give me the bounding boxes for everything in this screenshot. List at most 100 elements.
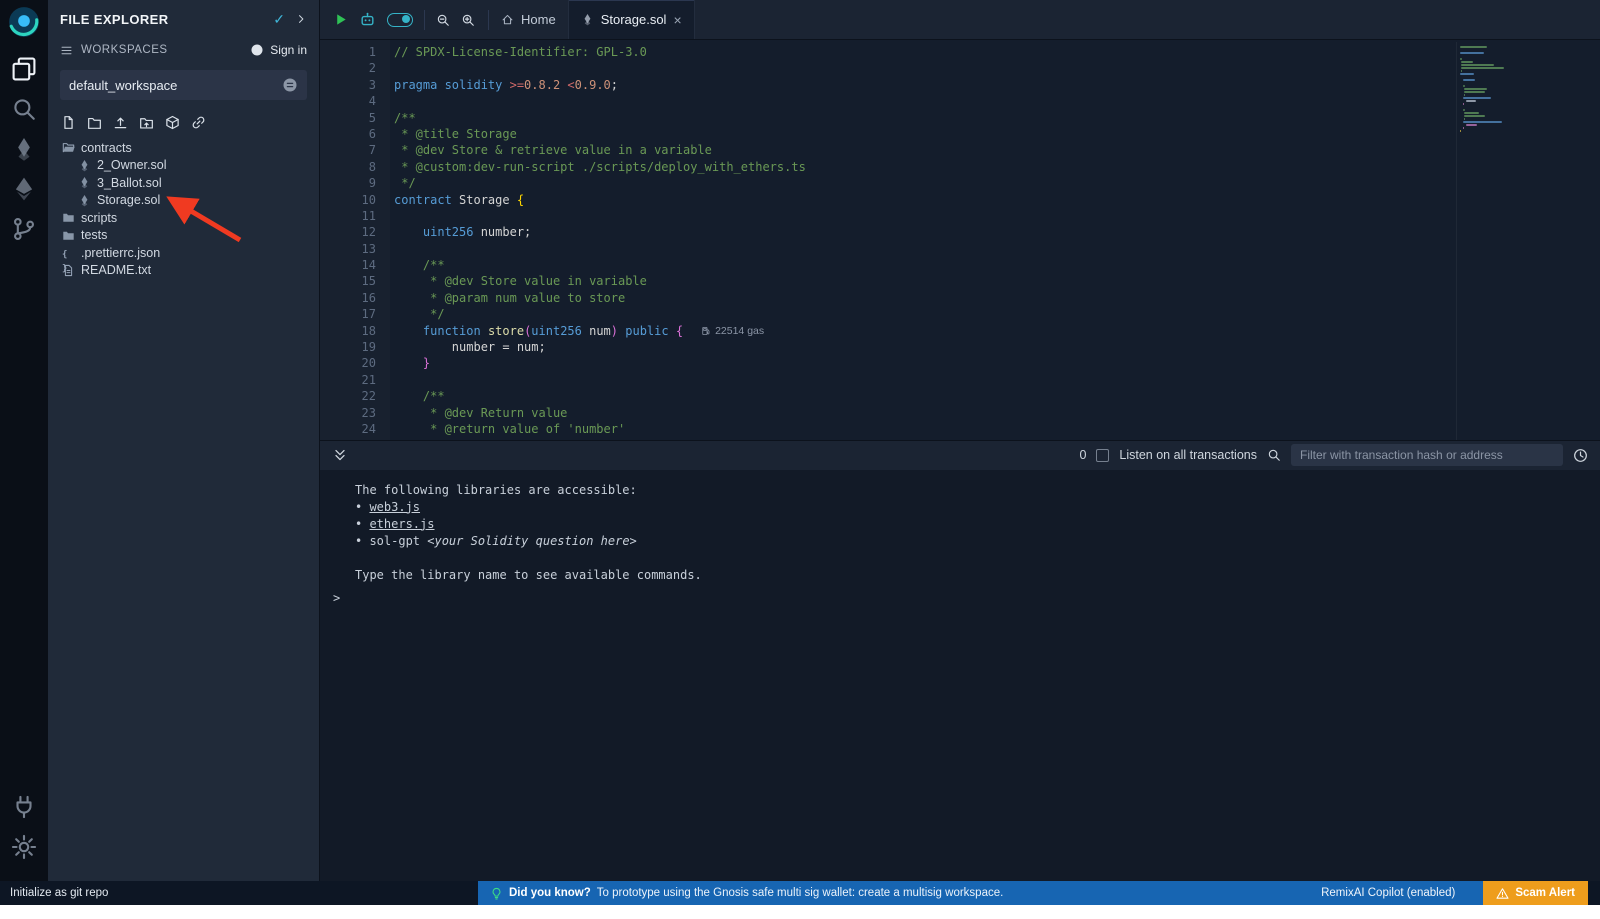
code-line-9[interactable]: */ <box>394 175 1600 191</box>
close-tab-icon[interactable]: × <box>673 13 681 27</box>
code-token: * @return value of 'number' <box>423 421 625 437</box>
chevron-right-icon[interactable] <box>295 13 307 25</box>
line-number: 14 <box>320 257 376 273</box>
listen-checkbox[interactable] <box>1096 449 1109 462</box>
minimap-line <box>1464 91 1485 93</box>
terminal[interactable]: The following libraries are accessible:•… <box>320 470 1600 882</box>
file-tree: contracts2_Owner.sol3_Ballot.solStorage.… <box>48 137 319 279</box>
expand-terminal-icon[interactable] <box>332 447 348 463</box>
upload-file-icon[interactable] <box>113 115 128 130</box>
code-line-10[interactable]: contract Storage { <box>394 192 1600 208</box>
tree-item-README.txt[interactable]: README.txt <box>48 262 319 280</box>
rail-file-explorer-icon[interactable] <box>11 56 37 82</box>
tree-item-tests[interactable]: tests <box>48 227 319 245</box>
tree-item-2_Owner.sol[interactable]: 2_Owner.sol <box>48 157 319 175</box>
code-line-7[interactable]: * @dev Store & retrieve value in a varia… <box>394 142 1600 158</box>
line-number: 2 <box>320 60 376 76</box>
upload-folder-icon[interactable] <box>139 115 154 130</box>
code-line-16[interactable]: * @param num value to store <box>394 290 1600 306</box>
gas-estimate-badge[interactable]: 22514 gas <box>701 325 764 337</box>
line-number: 3 <box>320 77 376 93</box>
code-line-22[interactable]: /** <box>394 388 1600 404</box>
tab-Home[interactable]: Home <box>489 0 569 39</box>
rail-settings-icon[interactable] <box>11 834 37 860</box>
code-token: < <box>567 77 574 93</box>
code-line-19[interactable]: number = num; <box>394 339 1600 355</box>
tree-item-scripts[interactable]: scripts <box>48 209 319 227</box>
rail-git-icon[interactable] <box>11 216 37 242</box>
icon-rail <box>0 0 48 881</box>
check-icon[interactable]: ✓ <box>273 11 285 28</box>
minimap-line <box>1463 85 1465 87</box>
workspaces-label: WORKSPACES <box>81 44 168 56</box>
tree-item-Storage.sol[interactable]: Storage.sol <box>48 192 319 210</box>
code-token: function <box>423 323 488 339</box>
code-line-11[interactable] <box>394 208 1600 224</box>
search-icon[interactable] <box>1267 448 1281 462</box>
listen-label[interactable]: Listen on all transactions <box>1119 448 1257 462</box>
code-token: uint256 <box>531 323 582 339</box>
code-token: */ <box>423 437 445 439</box>
filter-input[interactable] <box>1291 444 1563 466</box>
line-number: 22 <box>320 388 376 404</box>
code-line-2[interactable] <box>394 60 1600 76</box>
history-icon[interactable] <box>1573 448 1588 463</box>
line-number: 7 <box>320 142 376 158</box>
minimap-line <box>1466 124 1477 126</box>
publish-box-icon[interactable] <box>165 115 180 130</box>
code-line-24[interactable]: * @return value of 'number' <box>394 421 1600 437</box>
code-line-13[interactable] <box>394 241 1600 257</box>
code-line-6[interactable]: * @title Storage <box>394 126 1600 142</box>
new-file-icon[interactable] <box>61 115 76 130</box>
code-line-12[interactable]: uint256 number; <box>394 224 1600 240</box>
hamburger-icon[interactable] <box>60 44 73 57</box>
sign-in-label: Sign in <box>270 43 307 57</box>
tab-Storage.sol[interactable]: Storage.sol× <box>569 0 695 39</box>
remix-logo-icon[interactable] <box>7 5 41 39</box>
code-line-21[interactable] <box>394 372 1600 388</box>
git-init-button[interactable]: Initialize as git repo <box>0 881 478 905</box>
terminal-link[interactable]: ethers.js <box>369 517 434 531</box>
scam-alert-button[interactable]: Scam Alert <box>1483 881 1588 905</box>
code-token <box>394 405 423 421</box>
zoom-out-icon[interactable] <box>436 13 450 27</box>
code-line-5[interactable]: /** <box>394 110 1600 126</box>
copilot-status[interactable]: RemixAI Copilot (enabled) <box>1321 887 1471 899</box>
rail-search-icon[interactable] <box>11 96 37 122</box>
code-line-8[interactable]: * @custom:dev-run-script ./scripts/deplo… <box>394 159 1600 175</box>
code-line-17[interactable]: */ <box>394 306 1600 322</box>
copilot-toggle[interactable] <box>387 13 413 27</box>
code-line-14[interactable]: /** <box>394 257 1600 273</box>
code-token: /** <box>394 110 416 126</box>
rail-plugin-manager-icon[interactable] <box>11 794 37 820</box>
code-line-25[interactable]: */ <box>394 437 1600 439</box>
code-token <box>394 421 423 437</box>
code-line-18[interactable]: function store(uint256 num) public {2251… <box>394 323 1600 339</box>
code-token: public <box>625 323 668 339</box>
zoom-in-icon[interactable] <box>461 13 475 27</box>
tree-item-.prettierrc.json[interactable]: { }.prettierrc.json <box>48 244 319 262</box>
minimap[interactable] <box>1456 42 1522 440</box>
publish-link-icon[interactable] <box>191 115 206 130</box>
code-line-4[interactable] <box>394 93 1600 109</box>
code-line-20[interactable]: } <box>394 355 1600 371</box>
sign-in-button[interactable]: Sign in <box>250 43 307 57</box>
copilot-icon[interactable] <box>359 11 376 28</box>
tree-item-contracts[interactable]: contracts <box>48 139 319 157</box>
terminal-link[interactable]: web3.js <box>369 500 420 514</box>
workspaces-row: WORKSPACES Sign in <box>48 38 319 62</box>
run-script-button[interactable] <box>333 12 348 27</box>
code-line-1[interactable]: // SPDX-License-Identifier: GPL-3.0 <box>394 44 1600 60</box>
rail-solidity-compiler-icon[interactable] <box>11 136 37 162</box>
code-line-23[interactable]: * @dev Return value <box>394 405 1600 421</box>
code-line-3[interactable]: pragma solidity >=0.8.2 <0.9.0; <box>394 77 1600 93</box>
code-line-15[interactable]: * @dev Store value in variable <box>394 273 1600 289</box>
code-editor[interactable]: 1234567891011121314151617181920212223242… <box>320 40 1600 440</box>
new-folder-icon[interactable] <box>87 115 102 130</box>
rail-deploy-run-icon[interactable] <box>11 176 37 202</box>
workspace-menu-icon[interactable] <box>282 77 298 93</box>
workspace-select[interactable]: default_workspace <box>60 70 307 100</box>
tree-item-3_Ballot.sol[interactable]: 3_Ballot.sol <box>48 174 319 192</box>
line-number: 16 <box>320 290 376 306</box>
code-token: >= <box>510 77 524 93</box>
